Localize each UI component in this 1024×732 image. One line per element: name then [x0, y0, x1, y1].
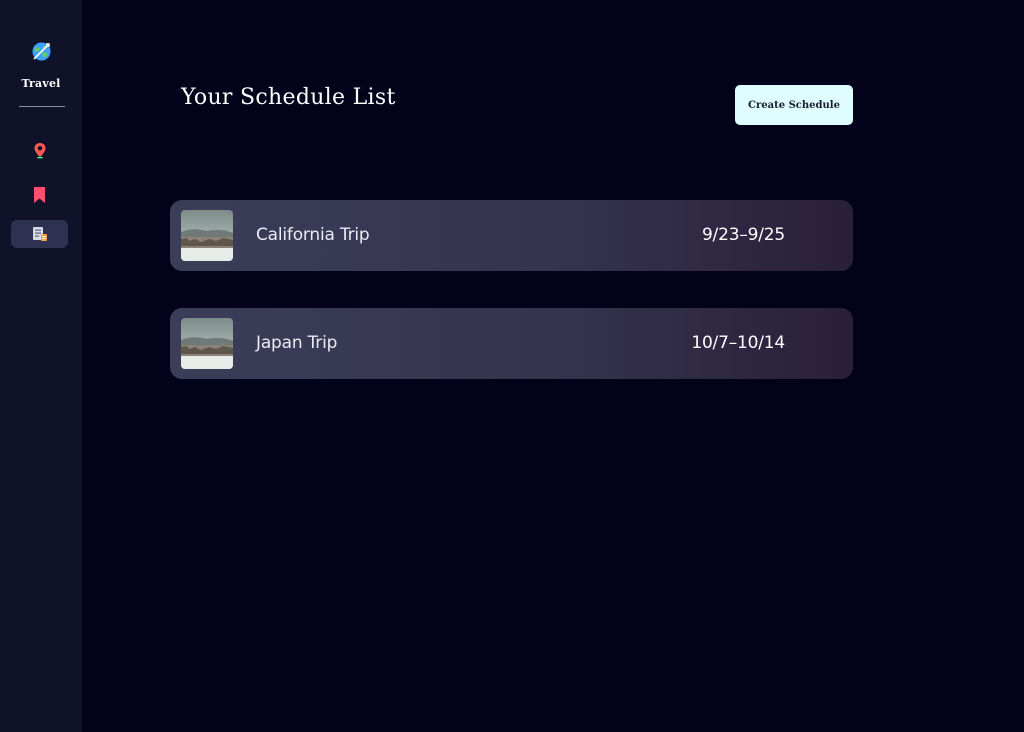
schedule-list-icon: [32, 226, 48, 242]
landscape-thumbnail: [181, 318, 233, 369]
app-root: Travel Your Schedule List Create Schedul…: [0, 0, 1024, 732]
trip-card[interactable]: Japan Trip 10/7–10/14: [170, 308, 853, 379]
globe-icon[interactable]: [31, 41, 52, 62]
trip-name: California Trip: [256, 225, 370, 245]
sidebar-item-schedule[interactable]: [11, 220, 68, 248]
bookmark-icon: [33, 186, 46, 204]
sidebar: Travel: [0, 0, 82, 732]
sidebar-item-bookmarks[interactable]: [11, 181, 68, 209]
create-schedule-button[interactable]: Create Schedule: [735, 85, 853, 125]
trip-dates: 9/23–9/25: [701, 225, 785, 245]
trip-dates: 10/7–10/14: [691, 333, 785, 353]
sidebar-item-locations[interactable]: [11, 136, 68, 164]
page-title: Your Schedule List: [181, 85, 396, 110]
brand-divider: [19, 106, 65, 107]
landscape-thumbnail: [181, 210, 233, 261]
brand-name: Travel: [21, 77, 61, 90]
trip-card[interactable]: California Trip 9/23–9/25: [170, 200, 853, 271]
map-pin-icon: [33, 142, 47, 159]
trip-name: Japan Trip: [256, 333, 338, 353]
